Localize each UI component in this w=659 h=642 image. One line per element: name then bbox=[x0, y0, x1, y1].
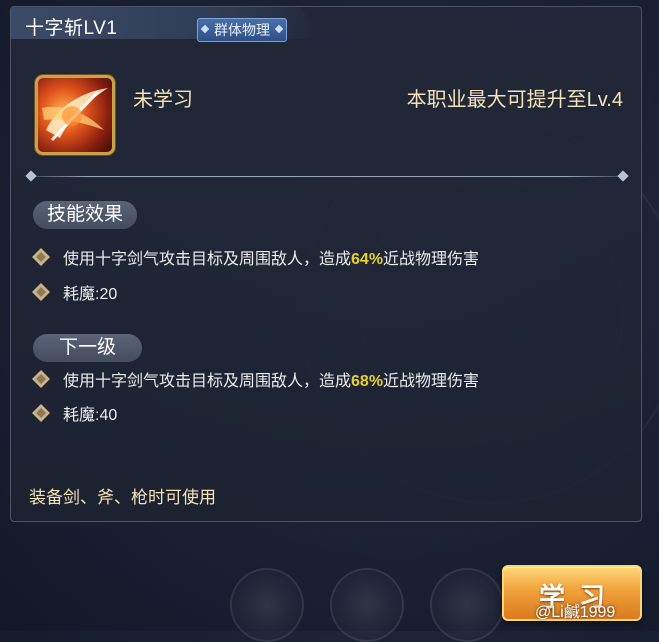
current-damage-text: 使用十字剑气攻击目标及周围敌人，造成64%近战物理伤害 bbox=[63, 245, 479, 269]
next-level-section-label: 下一级 bbox=[33, 334, 143, 362]
max-level-text: 本职业最大可提升至Lv.4 bbox=[406, 89, 623, 111]
next-mp-cost: 耗魔:40 bbox=[63, 407, 118, 424]
watermark: @Li鹹1999 bbox=[535, 604, 616, 621]
next-damage-percent: 68% bbox=[351, 373, 384, 390]
skill-detail-panel: 十字斩LV1 群体物理 未学习 本职业最大可提升至Lv.4 技能效果 使用十字剑… bbox=[10, 6, 642, 522]
current-damage-percent: 64% bbox=[351, 251, 384, 268]
current-effect-section-label: 技能效果 bbox=[33, 201, 138, 229]
next-damage-text: 使用十字剑气攻击目标及周围敌人，造成68%近战物理伤害 bbox=[63, 367, 479, 391]
next-mp-line: 耗魔:40 bbox=[31, 401, 117, 425]
current-mp-line: 耗魔:20 bbox=[31, 280, 117, 304]
diamond-bullet-icon bbox=[32, 248, 50, 266]
divider bbox=[29, 176, 625, 177]
divider-cap-right bbox=[617, 170, 629, 182]
next-damage-line: 使用十字剑气攻击目标及周围敌人，造成68%近战物理伤害 bbox=[31, 367, 479, 391]
current-damage-suffix: 近战物理伤害 bbox=[383, 251, 480, 268]
current-damage-line: 使用十字剑气攻击目标及周围敌人，造成64%近战物理伤害 bbox=[31, 245, 479, 269]
next-damage-prefix: 使用十字剑气攻击目标及周围敌人，造成 bbox=[63, 373, 352, 390]
divider-cap-left bbox=[25, 170, 37, 182]
cross-slash-skill-icon bbox=[35, 75, 115, 155]
skill-type-badge: 群体物理 bbox=[197, 18, 287, 42]
diamond-bullet-icon bbox=[32, 370, 50, 388]
next-damage-suffix: 近战物理伤害 bbox=[383, 373, 480, 390]
cross-slash-skill-icon-graphic bbox=[42, 88, 108, 142]
current-mp-cost: 耗魔:20 bbox=[63, 286, 118, 303]
diamond-bullet-icon bbox=[32, 283, 50, 301]
diamond-bullet-icon bbox=[32, 404, 50, 422]
weapon-requirement: 装备剑、斧、枪时可使用 bbox=[29, 488, 216, 507]
skill-name: 十字斩LV1 bbox=[25, 18, 118, 39]
learn-status: 未学习 bbox=[133, 89, 193, 111]
current-damage-prefix: 使用十字剑气攻击目标及周围敌人，造成 bbox=[63, 251, 352, 268]
